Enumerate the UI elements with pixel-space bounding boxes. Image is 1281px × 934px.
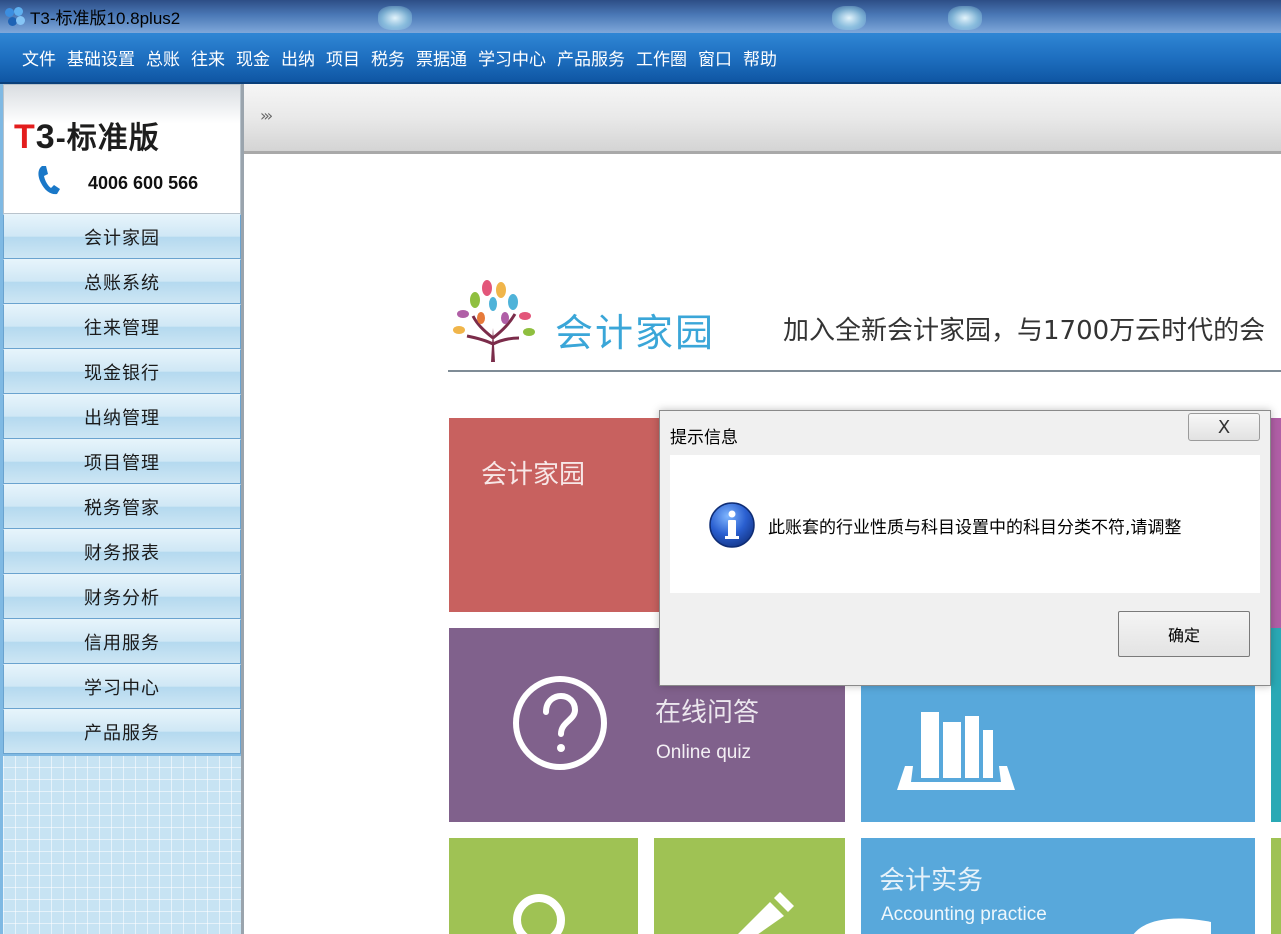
menu-invoice[interactable]: 票据通 xyxy=(416,45,467,70)
sidebar-item-project[interactable]: 项目管理 xyxy=(3,439,241,484)
phone-icon xyxy=(38,166,60,195)
sidebar-nav: 会计家园 总账系统 往来管理 现金银行 出纳管理 项目管理 税务管家 财务报表 … xyxy=(3,214,241,754)
menu-receivables[interactable]: 往来 xyxy=(191,45,225,70)
pencil-icon xyxy=(738,892,794,934)
search-icon xyxy=(513,894,565,934)
menu-tax[interactable]: 税务 xyxy=(371,45,405,70)
dialog-body: 此账套的行业性质与科目设置中的科目分类不符,请调整 xyxy=(670,455,1260,593)
dialog-title: 提示信息 xyxy=(670,428,738,448)
tile-edge-green xyxy=(1271,838,1281,934)
sidebar-item-receivables[interactable]: 往来管理 xyxy=(3,304,241,349)
menu-basic-settings[interactable]: 基础设置 xyxy=(67,45,135,70)
sidebar-item-learning[interactable]: 学习中心 xyxy=(3,664,241,709)
home-slogan: 加入全新会计家园，与1700万云时代的会 xyxy=(783,316,1266,346)
menu-learning-center[interactable]: 学习中心 xyxy=(478,45,546,70)
sidebar-item-general-ledger[interactable]: 总账系统 xyxy=(3,259,241,304)
sidebar-item-accounting-home[interactable]: 会计家园 xyxy=(3,214,241,259)
sidebar-item-reports[interactable]: 财务报表 xyxy=(3,529,241,574)
tile-title: 在线问答 xyxy=(655,698,760,728)
home-title: 会计家园 xyxy=(555,311,716,355)
menu-product-service[interactable]: 产品服务 xyxy=(557,45,625,70)
content-toolbar: ››› xyxy=(244,84,1281,154)
header-divider xyxy=(448,370,1281,372)
sidebar-item-analysis[interactable]: 财务分析 xyxy=(3,574,241,619)
titlebar-glow xyxy=(832,6,866,30)
info-icon xyxy=(709,502,755,548)
menu-cashier[interactable]: 出纳 xyxy=(281,45,315,70)
menu-project[interactable]: 项目 xyxy=(326,45,360,70)
tile-subtitle: Accounting practice xyxy=(881,904,1047,925)
app-icon xyxy=(4,6,26,28)
menu-file[interactable]: 文件 xyxy=(22,45,56,70)
menu-cash[interactable]: 现金 xyxy=(236,45,270,70)
question-icon xyxy=(513,676,607,770)
books-icon xyxy=(897,712,1015,790)
window-title: T3-标准版10.8plus2 xyxy=(30,9,181,28)
hotline-number: 4006 600 566 xyxy=(88,173,199,193)
window-titlebar: T3-标准版10.8plus2 xyxy=(0,0,1281,33)
sidebar-item-cashier[interactable]: 出纳管理 xyxy=(3,394,241,439)
tile-title: 会计家园 xyxy=(481,460,586,490)
titlebar-glow xyxy=(948,6,982,30)
menu-help[interactable]: 帮助 xyxy=(743,45,777,70)
dialog-footer: 确定 xyxy=(670,593,1260,677)
sidebar-item-cash-bank[interactable]: 现金银行 xyxy=(3,349,241,394)
menu-work-circle[interactable]: 工作圈 xyxy=(636,45,687,70)
sidebar: T3-标准版 4006 600 566 会计家园 总账系统 往来管理 现金银行 … xyxy=(0,84,244,934)
sidebar-background xyxy=(3,756,241,934)
sidebar-item-credit[interactable]: 信用服务 xyxy=(3,619,241,664)
menu-general-ledger[interactable]: 总账 xyxy=(146,45,180,70)
tile-subtitle: Online quiz xyxy=(656,742,752,763)
brand-logo: T3-标准版 xyxy=(14,118,160,156)
info-dialog: 提示信息 X 此账套的行业性质与科目设置中的科目分类不符,请调整 确定 xyxy=(659,410,1271,686)
tile-accounting-practice[interactable]: 会计实务 Accounting practice xyxy=(861,838,1255,934)
accounting-home-tree-icon xyxy=(453,280,535,362)
tile-title: 会计实务 xyxy=(879,866,984,896)
sidebar-item-tax[interactable]: 税务管家 xyxy=(3,484,241,529)
practice-decor-icon xyxy=(1133,918,1211,934)
dialog-close-button[interactable]: X xyxy=(1188,413,1260,441)
dialog-message: 此账套的行业性质与科目设置中的科目分类不符,请调整 xyxy=(768,518,1182,538)
tile-edit[interactable] xyxy=(654,838,845,934)
tile-search[interactable] xyxy=(449,838,638,934)
titlebar-glow xyxy=(378,6,412,30)
ok-button[interactable]: 确定 xyxy=(1118,611,1250,657)
menu-window[interactable]: 窗口 xyxy=(698,45,732,70)
sidebar-item-products[interactable]: 产品服务 xyxy=(3,709,241,754)
menu-bar: 文件 基础设置 总账 往来 现金 出纳 项目 税务 票据通 学习中心 产品服务 … xyxy=(0,33,1281,84)
tile-edge-teal xyxy=(1271,628,1281,822)
close-icon: X xyxy=(1217,416,1231,438)
expand-chevron-icon[interactable]: ››› xyxy=(260,106,273,125)
brand-logo-box: T3-标准版 4006 600 566 xyxy=(3,84,241,214)
